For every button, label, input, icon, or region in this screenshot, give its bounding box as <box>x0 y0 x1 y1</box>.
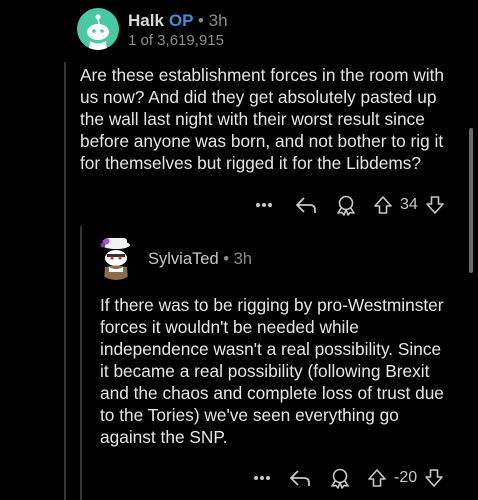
comment-actions: 34 <box>252 194 446 216</box>
reply-body: If there was to be rigging by pro-Westmi… <box>100 295 444 447</box>
author-name[interactable]: Halk <box>128 11 164 30</box>
comment-header: Halk OP • 3h <box>128 11 228 31</box>
award-icon[interactable] <box>334 194 358 216</box>
reply-time: 3h <box>233 250 252 268</box>
reply-award-icon[interactable] <box>328 467 352 489</box>
vote-score: 34 <box>400 196 418 213</box>
reply-more-dots-icon[interactable] <box>250 475 274 481</box>
reply-header: SylviaTed • 3h <box>148 250 252 269</box>
comment-body: Are these establishment forces in the ro… <box>80 65 445 173</box>
snoo-avatar-icon <box>87 14 109 50</box>
reply-actions: -20 <box>250 467 445 489</box>
separator-dot: • <box>197 11 204 30</box>
thread-line-root[interactable] <box>64 62 66 500</box>
reply-separator-dot: • <box>223 250 229 268</box>
avatar[interactable] <box>77 8 119 50</box>
reply-downvote-icon[interactable] <box>423 468 445 488</box>
comment-position: 1 of 3,619,915 <box>128 32 224 49</box>
snoo-hat-avatar-icon <box>100 237 130 280</box>
more-dots-icon[interactable] <box>252 202 276 208</box>
reply-avatar[interactable] <box>94 236 138 280</box>
reply-upvote-icon[interactable] <box>366 468 388 488</box>
op-badge: OP <box>168 11 194 30</box>
reply-arrow-icon[interactable] <box>294 196 318 214</box>
comment-time: 3h <box>208 11 228 30</box>
reply-reply-arrow-icon[interactable] <box>288 469 312 487</box>
upvote-icon[interactable] <box>372 195 394 215</box>
thread-line-reply[interactable] <box>80 226 82 500</box>
scrollbar[interactable] <box>469 128 473 273</box>
reply-author-name[interactable]: SylviaTed <box>148 250 219 268</box>
downvote-icon[interactable] <box>424 195 446 215</box>
reply-vote-score: -20 <box>394 469 418 486</box>
